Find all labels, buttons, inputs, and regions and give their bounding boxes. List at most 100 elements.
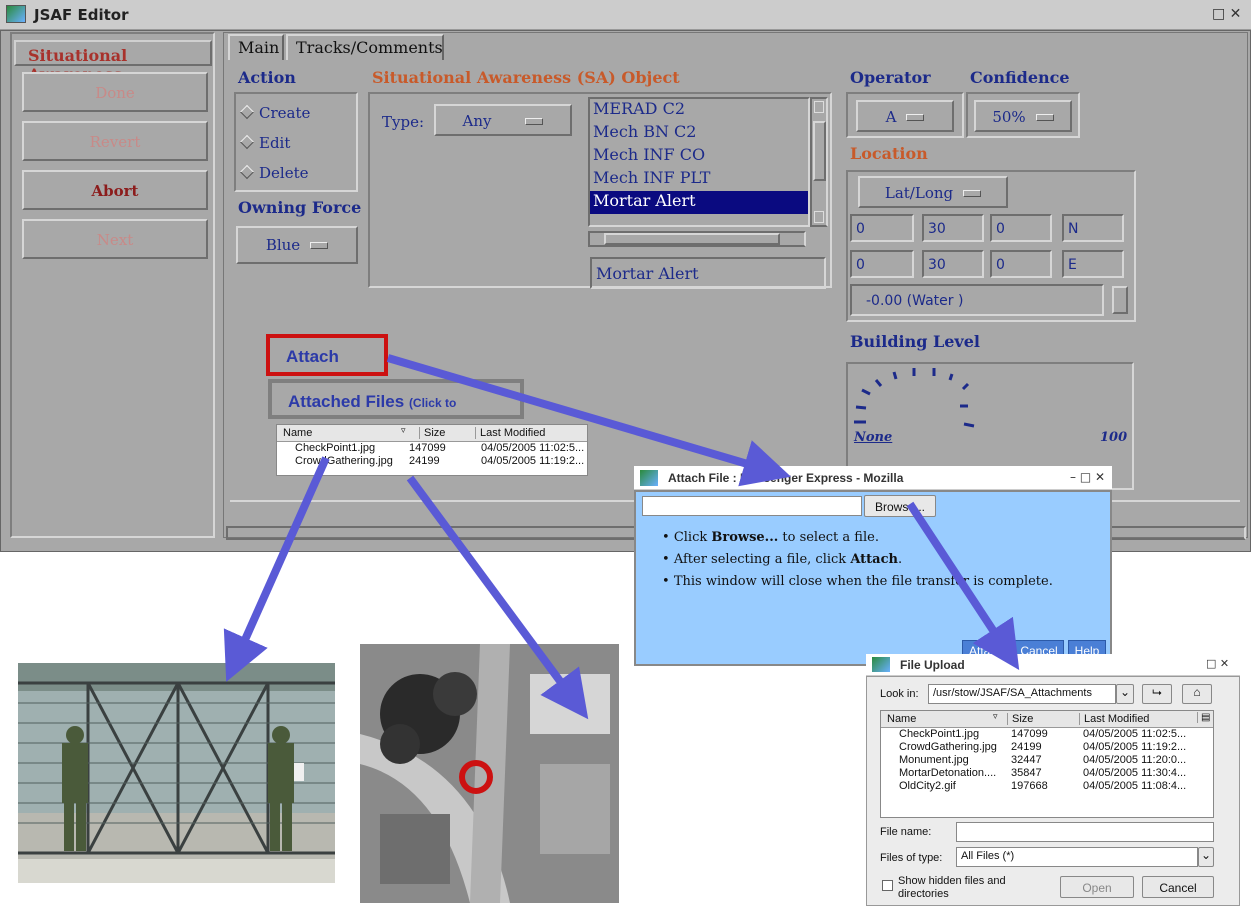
lon-hemisphere-field[interactable]: E xyxy=(1062,250,1124,278)
cell-modified: 04/05/2005 11:08:4... xyxy=(1083,780,1187,792)
cell-size: 147099 xyxy=(409,442,446,454)
list-item[interactable]: Mech INF CO xyxy=(590,145,808,168)
attached-files-table[interactable]: Name ▿ Size Last Modified CheckPoint1.jp… xyxy=(276,424,588,476)
horizontal-scrollbar[interactable] xyxy=(588,231,806,247)
window-controls-icon[interactable]: □ ✕ xyxy=(1206,657,1229,670)
table-row[interactable]: OldCity2.gif 197668 04/05/2005 11:08:4... xyxy=(881,780,1213,793)
table-row[interactable]: CrowdGathering.jpg 24199 04/05/2005 11:19:… xyxy=(277,455,587,468)
file-path-input[interactable] xyxy=(642,496,862,516)
col-name[interactable]: Name xyxy=(887,713,916,725)
abort-button[interactable]: Abort xyxy=(22,170,208,210)
cell-size: 24199 xyxy=(1011,741,1042,753)
lat-minutes-field[interactable]: 30 xyxy=(922,214,984,242)
list-item[interactable]: MERAD C2 xyxy=(590,99,808,122)
elevation-spinner[interactable] xyxy=(1112,286,1128,314)
chevron-down-icon[interactable]: ⌄ xyxy=(1198,847,1214,867)
edit-radio[interactable]: Edit xyxy=(239,134,290,152)
cell-size: 197668 xyxy=(1011,780,1048,792)
attach-button[interactable]: Attach xyxy=(286,347,339,367)
file-list-table[interactable]: Name ▿ Size Last Modified ▤ CheckPoint1.… xyxy=(880,710,1214,818)
table-row[interactable]: MortarDetonation.... 35847 04/05/2005 11:3… xyxy=(881,767,1213,780)
cell-size: 32447 xyxy=(1011,754,1042,766)
file-name-input[interactable] xyxy=(956,822,1214,842)
instruction-1: • Click Browse... to select a file. xyxy=(662,530,879,545)
open-button[interactable]: Open xyxy=(1060,876,1134,898)
browse-button[interactable]: Browse... xyxy=(864,495,936,517)
table-header: Name ▿ Size Last Modified ▤ xyxy=(881,711,1213,728)
list-item[interactable]: Mech BN C2 xyxy=(590,122,808,145)
building-level-label: Building Level xyxy=(850,332,980,351)
look-in-select[interactable]: /usr/stow/JSAF/SA_Attachments xyxy=(928,684,1116,704)
col-size[interactable]: Size xyxy=(1007,713,1033,725)
location-format-menu[interactable]: Lat/Long xyxy=(858,176,1008,208)
sort-icon: ▿ xyxy=(401,425,406,435)
file-name-label: File name: xyxy=(880,826,932,838)
up-folder-icon[interactable]: ⮡ xyxy=(1142,684,1172,704)
cell-size: 35847 xyxy=(1011,767,1042,779)
col-modified[interactable]: Last Modified xyxy=(475,427,545,439)
app-logo-icon xyxy=(6,5,26,23)
table-row[interactable]: Monument.jpg 32447 04/05/2005 11:20:0... xyxy=(881,754,1213,767)
lat-hemisphere-field[interactable]: N xyxy=(1062,214,1124,242)
elevation-field[interactable]: -0.00 (Water ) xyxy=(850,284,1104,316)
cell-name: MortarDetonation.... xyxy=(899,767,997,779)
scroll-down-icon[interactable] xyxy=(814,211,824,223)
table-row[interactable]: CheckPoint1.jpg 147099 04/05/2005 11:02:5.… xyxy=(881,728,1213,741)
operator-menu[interactable]: A xyxy=(856,100,954,132)
tab-main[interactable]: Main xyxy=(228,34,284,60)
table-row[interactable]: CheckPoint1.jpg 147099 04/05/2005 11:02:5.… xyxy=(277,442,587,455)
owning-force-menu[interactable]: Blue xyxy=(236,226,358,264)
tab-tracks-comments[interactable]: Tracks/Comments xyxy=(286,34,444,60)
instruction-2: • After selecting a file, click Attach. xyxy=(662,552,903,567)
scroll-thumb[interactable] xyxy=(813,121,826,181)
scroll-up-icon[interactable] xyxy=(814,101,824,113)
lon-degrees-field[interactable]: 0 xyxy=(850,250,914,278)
lon-minutes-field[interactable]: 30 xyxy=(922,250,984,278)
chevron-down-icon[interactable]: ⌄ xyxy=(1116,684,1134,704)
aerial-image xyxy=(360,644,619,903)
show-hidden-checkbox[interactable] xyxy=(882,880,893,891)
table-row[interactable]: CrowdGathering.jpg 24199 04/05/2005 11:19:… xyxy=(881,741,1213,754)
list-item[interactable]: Mortar Alert xyxy=(590,191,808,214)
delete-radio[interactable]: Delete xyxy=(239,164,308,182)
col-size[interactable]: Size xyxy=(419,427,445,439)
sa-name-field[interactable]: Mortar Alert xyxy=(590,257,826,289)
cell-name: CrowdGathering.jpg xyxy=(899,741,997,753)
operator-label: Operator xyxy=(850,68,931,87)
col-modified[interactable]: Last Modified xyxy=(1079,713,1149,725)
cell-size: 24199 xyxy=(409,455,440,467)
cell-modified: 04/05/2005 11:30:4... xyxy=(1083,767,1187,779)
lat-degrees-field[interactable]: 0 xyxy=(850,214,914,242)
dial-ticks xyxy=(854,368,975,428)
revert-button[interactable]: Revert xyxy=(22,121,208,161)
home-icon[interactable]: ⌂ xyxy=(1182,684,1212,704)
type-menu[interactable]: Any xyxy=(434,104,572,136)
create-radio[interactable]: Create xyxy=(239,104,310,122)
lat-seconds-field[interactable]: 0 xyxy=(990,214,1052,242)
option-menu-icon xyxy=(525,118,544,125)
next-button[interactable]: Next xyxy=(22,219,208,259)
checkpoint-image xyxy=(18,663,335,883)
sa-object-list[interactable]: MERAD C2 Mech BN C2 Mech INF CO Mech INF PL… xyxy=(588,97,810,227)
col-name[interactable]: Name xyxy=(283,427,312,439)
cell-name: OldCity2.gif xyxy=(899,780,956,792)
cell-modified: 04/05/2005 11:19:2... xyxy=(1083,741,1187,753)
lon-seconds-field[interactable]: 0 xyxy=(990,250,1052,278)
cell-name: CrowdGathering.jpg xyxy=(295,455,393,467)
dialog-controls-icon[interactable]: – □ ✕ xyxy=(1070,470,1105,484)
cell-modified: 04/05/2005 11:19:2... xyxy=(481,455,585,467)
column-menu-icon[interactable]: ▤ xyxy=(1197,712,1210,723)
cell-name: CheckPoint1.jpg xyxy=(899,728,980,740)
window-controls[interactable]: □ ✕ xyxy=(1212,6,1241,22)
files-of-type-select[interactable]: All Files (*) xyxy=(956,847,1198,867)
option-menu-icon xyxy=(906,114,925,121)
option-menu-icon xyxy=(310,242,329,249)
action-label: Action xyxy=(238,68,296,87)
cell-size: 147099 xyxy=(1011,728,1048,740)
cancel-button[interactable]: Cancel xyxy=(1142,876,1214,898)
vertical-scrollbar[interactable] xyxy=(810,97,828,227)
hscroll-thumb[interactable] xyxy=(604,233,780,245)
done-button[interactable]: Done xyxy=(22,72,208,112)
confidence-menu[interactable]: 50% xyxy=(974,100,1072,132)
list-item[interactable]: Mech INF PLT xyxy=(590,168,808,191)
